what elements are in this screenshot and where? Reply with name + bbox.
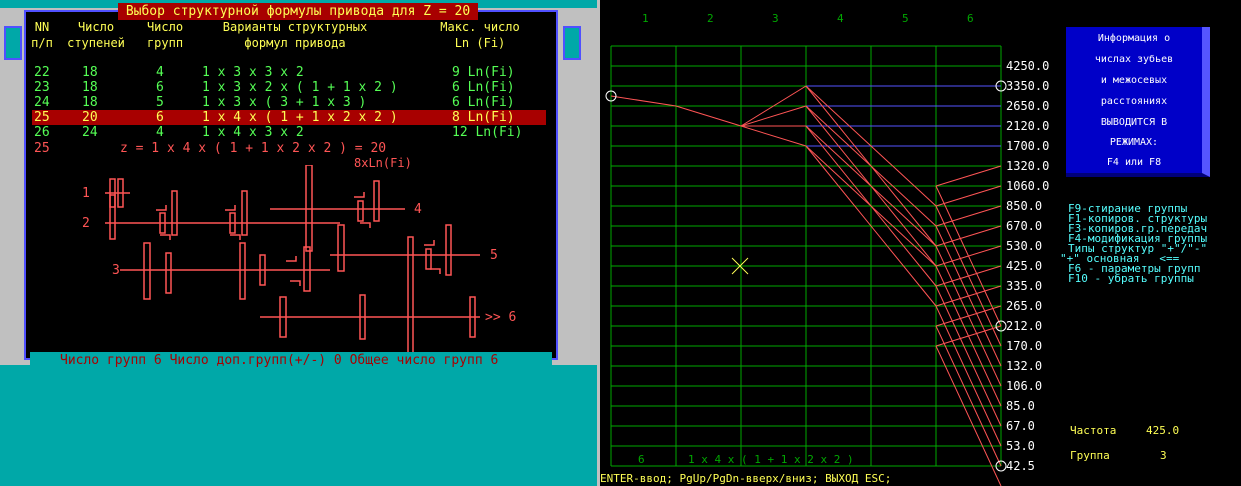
table-row[interactable]: 26 24 4 1 x 4 x 3 x 2 12 Ln(Fi) [32, 125, 546, 140]
speed-ray [935, 165, 1002, 187]
table-row[interactable]: 22 18 4 1 x 3 x 3 x 29 Ln(Fi) [32, 65, 546, 80]
header-max: Макс. число Ln (Fi) [440, 20, 520, 50]
y-axis-label: 67.0 [1006, 419, 1035, 433]
y-axis-label: 425.0 [1006, 259, 1043, 273]
kinematic-diagram [105, 165, 480, 355]
y-axis-label: 3350.0 [1006, 79, 1050, 93]
y-axis-label: 670.0 [1006, 219, 1043, 233]
dialog-title: Выбор структурной формулы привода для Z … [118, 3, 478, 20]
shaft-label-4: 4 [414, 202, 422, 217]
left-status-bar: Число групп 6 Число доп.групп(+/-) 0 Общ… [30, 352, 552, 370]
speed-ray [935, 305, 1002, 447]
y-axis-label: 2650.0 [1006, 99, 1050, 113]
speed-ray [675, 105, 742, 127]
y-axis-label: 42.5 [1006, 459, 1035, 473]
group-label: Группа [1070, 449, 1110, 462]
speed-ray [935, 225, 1002, 247]
right-side-tab [563, 26, 581, 60]
speed-ray [935, 205, 1002, 227]
frequency-value: 425.0 [1146, 424, 1180, 437]
header-steps: Число ступеней [67, 20, 125, 50]
summary-row: 25 z = 1 x 4 x ( 1 + 1 x 2 x 2 ) = 20 [34, 141, 387, 156]
speed-ray [935, 265, 1002, 287]
speed-ray [935, 325, 1002, 467]
y-axis-label: 212.0 [1006, 319, 1043, 333]
y-axis-label: 530.0 [1006, 239, 1043, 253]
help-f10: F10 - убрать группы [1068, 272, 1194, 285]
left-side-tab [4, 26, 22, 60]
speed-ray [740, 125, 807, 147]
speed-chart [605, 45, 1007, 486]
right-status-bar: ENTER-ввод; PgUp/PgDn-вверх/вниз; ВЫХОД … [600, 472, 892, 485]
y-axis-label: 106.0 [1006, 379, 1043, 393]
shaft-label-6: >> 6 [485, 310, 517, 325]
frequency-label: Частота [1070, 424, 1117, 437]
y-axis-label: 1320.0 [1006, 159, 1050, 173]
header-nn: NN п/п [31, 20, 53, 50]
y-axis-label: 4250.0 [1006, 59, 1050, 73]
y-axis-label: 1700.0 [1006, 139, 1050, 153]
info-box: Информация о числах зубьев и межосевых р… [1066, 27, 1210, 177]
header-variants: Варианты структурных формул привода [222, 20, 368, 50]
left-panel: Выбор структурной формулы привода для Z … [0, 0, 597, 486]
shaft-label-1: 1 [82, 186, 90, 201]
bottom-group-num: 6 [638, 453, 645, 466]
speed-ray [935, 285, 1002, 427]
y-axis-label: 1060.0 [1006, 179, 1050, 193]
bottom-area [0, 365, 597, 486]
y-axis-label: 170.0 [1006, 339, 1043, 353]
speed-ray [935, 305, 1002, 327]
speed-ray [935, 325, 1002, 347]
table-row[interactable]: 24 18 5 1 x 3 x ( 3 + 1 x 3 ) 6 Ln(Fi) [32, 95, 546, 110]
group-value: 3 [1160, 449, 1167, 462]
speed-ray [935, 345, 1002, 486]
speed-ray [935, 285, 1002, 307]
y-axis-label: 53.0 [1006, 439, 1035, 453]
y-axis-label: 335.0 [1006, 279, 1043, 293]
y-axis-label: 265.0 [1006, 299, 1043, 313]
y-axis-label: 850.0 [1006, 199, 1043, 213]
header-groups: Число групп [146, 20, 184, 50]
shaft-label-5: 5 [490, 248, 498, 263]
y-axis-label: 2120.0 [1006, 119, 1050, 133]
shaft-label-3: 3 [112, 263, 120, 278]
speed-ray [740, 105, 807, 127]
shaft-label-2: 2 [82, 216, 90, 231]
speed-ray [610, 95, 677, 107]
table-row-selected[interactable]: 25 20 6 1 x 4 x ( 1 + 1 x 2 x 2 ) 8 Ln(Fi) [32, 110, 546, 125]
y-axis-label: 132.0 [1006, 359, 1043, 373]
speed-ray [935, 245, 1002, 267]
bottom-formula: 1 x 4 x ( 1 + 1 x 2 x 2 ) [688, 453, 854, 466]
speed-ray [935, 185, 1002, 207]
table-row[interactable]: 23 18 6 1 x 3 x 2 x ( 1 + 1 x 2 ) 6 Ln(Fi) [32, 80, 546, 95]
y-axis-label: 85.0 [1006, 399, 1035, 413]
